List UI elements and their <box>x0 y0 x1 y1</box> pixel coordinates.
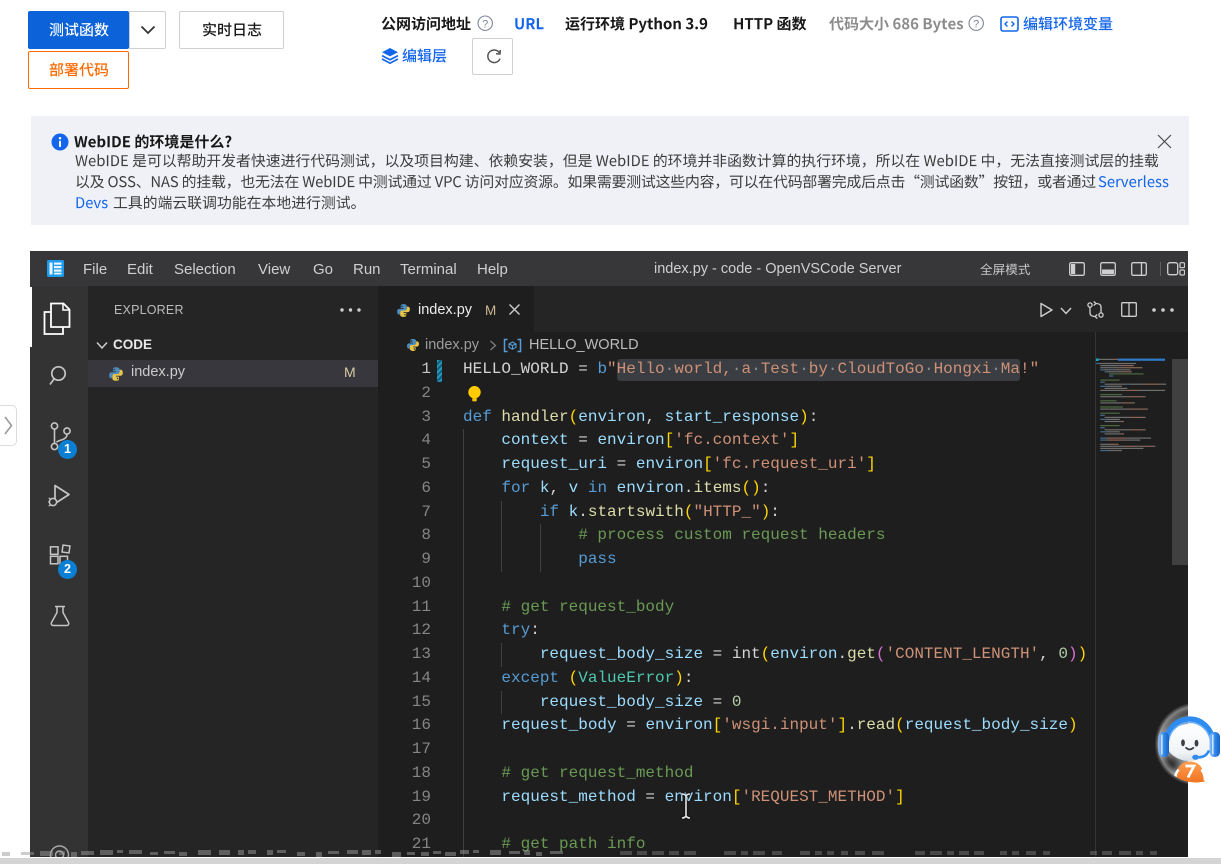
svg-text:?: ? <box>482 19 488 31</box>
svg-text:?: ? <box>973 19 979 31</box>
